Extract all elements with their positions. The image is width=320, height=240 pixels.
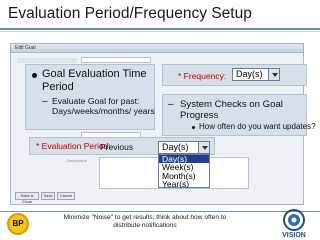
- chevron-down-icon[interactable]: [268, 69, 279, 80]
- vision-logo: VISION: [282, 209, 306, 239]
- footer-tip: Minimize "Noise" to get results; think a…: [63, 214, 227, 229]
- callout-bullet-dot: [192, 126, 195, 129]
- logo-text: VISION: [282, 232, 306, 239]
- frequency-label: * Frequency:: [178, 71, 227, 81]
- footer-rule: [0, 211, 320, 212]
- best-practice-badge: BP: [7, 213, 29, 235]
- sub-bullet-dash: –: [168, 99, 174, 110]
- title-rule: [0, 28, 320, 30]
- ghost-row: [17, 58, 77, 63]
- page-title: Evaluation Period/Frequency Setup: [8, 5, 252, 22]
- sub-bullet-dash: –: [42, 96, 48, 107]
- goal-evaluation-sub-bullet-cont: Days/weeks/months/ years: [52, 106, 155, 116]
- system-checks-bullet-cont: Progress: [180, 110, 219, 121]
- goal-evaluation-sub-bullet: Evaluate Goal for past:: [52, 96, 140, 106]
- frequency-select-value: Day(s): [236, 69, 263, 79]
- chevron-down-icon[interactable]: [198, 142, 209, 153]
- screenshot-titlebar: Edit Goal: [11, 44, 303, 53]
- frequency-select[interactable]: Day(s): [232, 68, 280, 81]
- title-rule-thin: [0, 31, 320, 32]
- cancel-button[interactable]: Cancel: [57, 192, 75, 200]
- save-button[interactable]: Save: [41, 192, 55, 200]
- callout-bullet-dot: [32, 73, 37, 78]
- dropdown-option-years[interactable]: Year(s): [159, 179, 209, 188]
- ghost-input: [81, 57, 151, 63]
- save-close-button[interactable]: Save & Close: [15, 192, 39, 204]
- goal-evaluation-bullet-cont: Period: [42, 81, 74, 93]
- evaluation-period-dropdown: Day(s) Week(s) Month(s) Year(s): [158, 154, 210, 188]
- evaluation-period-value: Previous: [100, 142, 134, 152]
- evaluation-period-select-value: Day(s): [162, 142, 189, 152]
- description-label: Description: [67, 158, 88, 163]
- goal-evaluation-bullet: Goal Evaluation Time: [42, 68, 147, 80]
- system-checks-bullet: System Checks on Goal: [180, 99, 283, 110]
- screenshot-window-title: Edit Goal: [15, 45, 36, 51]
- system-checks-sub-bullet: How often do you want updates?: [199, 122, 316, 131]
- evaluation-period-select[interactable]: Day(s): [158, 141, 210, 154]
- logo-pupil: [291, 217, 297, 223]
